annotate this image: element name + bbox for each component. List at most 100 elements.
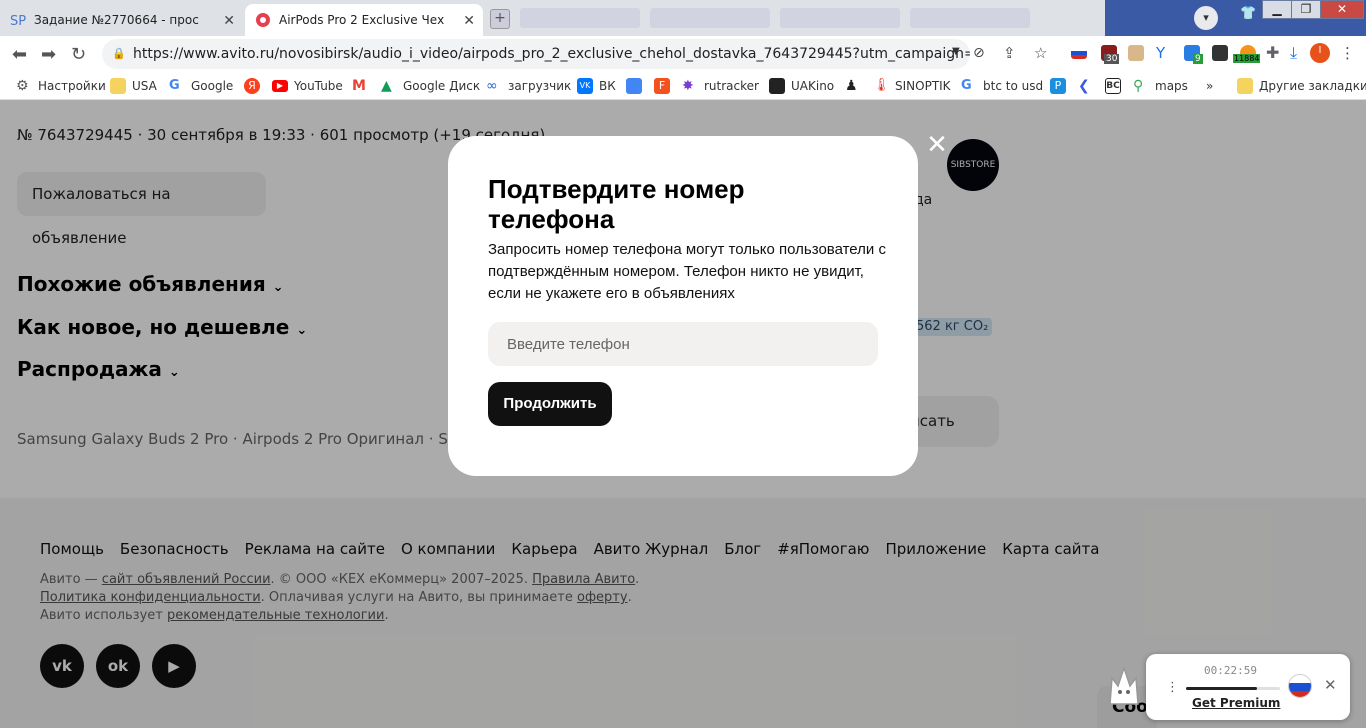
p-icon: P (1050, 78, 1066, 94)
continue-button[interactable]: Продолжить (488, 382, 612, 426)
close-icon[interactable]: ✕ (926, 132, 948, 158)
bookmark-arrow[interactable]: ❮ (1078, 77, 1100, 95)
ru-flag-icon[interactable] (1071, 47, 1087, 59)
google-icon: G (961, 78, 972, 93)
bookmark-label: rutracker (704, 79, 759, 93)
bookmark-label: USA (132, 79, 157, 93)
tab-title: Задание №2770664 - просмотр з (34, 13, 199, 27)
puzzle-icon[interactable]: ✚ (1266, 45, 1282, 61)
face-icon[interactable] (1128, 45, 1144, 61)
close-icon[interactable]: ✕ (1324, 676, 1337, 694)
modal-description: Запросить номер телефона могут только по… (488, 241, 886, 302)
bookmark-youtube[interactable]: ▶ YouTube (272, 77, 343, 95)
bookmark-gmail[interactable]: M (352, 77, 374, 95)
tab-inactive[interactable]: SP Задание №2770664 - просмотр з ✕ (0, 4, 243, 36)
tab-close-icon[interactable]: ✕ (223, 13, 235, 29)
forward-icon[interactable]: ➡ (41, 44, 56, 65)
bookmarks-overflow-button[interactable]: » (1206, 77, 1213, 95)
tab-title: AirPods Pro 2 Exclusive Чехол + до (279, 13, 444, 27)
share-icon[interactable]: ⇪ (1003, 45, 1019, 61)
bookmark-label: Google (191, 79, 234, 93)
bookmark-vk[interactable]: VK ВК (577, 77, 616, 95)
menu-icon[interactable]: ⋮ (1340, 45, 1356, 61)
background-tab-ghost (780, 8, 900, 28)
translate-icon (626, 78, 642, 94)
bookmark-drive[interactable]: ▲ Google Диск (381, 77, 480, 95)
vk-icon: VK (577, 78, 593, 94)
browser-toolbar: ⬅ ➡ ↻ 🔒 https://www.avito.ru/novosibirsk… (0, 36, 1366, 72)
ext-badge: 11884 (1233, 54, 1261, 63)
back-icon[interactable]: ⬅ (12, 44, 27, 65)
pawn-icon: ♟ (845, 78, 858, 94)
terminal-icon[interactable] (1212, 45, 1228, 61)
bookmark-google[interactable]: G Google (169, 77, 233, 95)
bookmark-label: btc to usd (983, 79, 1044, 93)
bookmark-f[interactable]: F (654, 77, 676, 95)
bookmark-pawn[interactable]: ♟ (845, 77, 867, 95)
new-tab-button[interactable]: + (490, 9, 510, 29)
bookmark-label: SINOPTIK (895, 79, 951, 93)
arrow-icon: ❮ (1078, 78, 1090, 94)
bookmark-label: Другие закладки (1259, 79, 1366, 93)
url-text: https://www.avito.ru/novosibirsk/audio_i… (133, 46, 970, 62)
minimize-button[interactable]: ▁ (1262, 0, 1292, 19)
bookmark-other[interactable]: Другие закладки (1237, 77, 1366, 95)
maximize-button[interactable]: ❐ (1291, 0, 1321, 19)
location-blocked-icon[interactable]: ⊘ (973, 45, 989, 61)
close-window-button[interactable]: ✕ (1320, 0, 1364, 19)
bookmark-sinoptik[interactable]: 🌡 SINOPTIK (873, 77, 951, 95)
bookmark-settings[interactable]: ⚙ Настройки (16, 77, 106, 95)
bookmark-p[interactable]: P (1050, 77, 1072, 95)
phone-confirm-modal: Подтвердите номер телефона Запросить ном… (448, 136, 918, 476)
vpn-progress-bar (1186, 687, 1280, 690)
tab-search-button[interactable]: ▾ (1194, 6, 1218, 30)
svg-text:SP: SP (10, 14, 26, 28)
bookmark-bc[interactable]: BC (1105, 77, 1127, 95)
uakino-icon (769, 78, 785, 94)
fox-mascot-icon[interactable] (1106, 664, 1142, 708)
bookmark-label: YouTube (294, 79, 343, 93)
loop-icon: ∞ (486, 78, 498, 94)
background-tab-ghost (910, 8, 1030, 28)
thermometer-icon: 🌡 (873, 78, 890, 93)
profile-avatar[interactable]: I (1310, 43, 1330, 63)
rutracker-icon: ✸ (682, 78, 694, 94)
background-tab-ghost (650, 8, 770, 28)
vpn-progress-fill (1186, 687, 1258, 690)
bookmark-usa[interactable]: USA (110, 77, 157, 95)
tab-close-icon[interactable]: ✕ (463, 13, 475, 29)
shirt-icon[interactable]: 👕 (1240, 6, 1256, 21)
more-icon[interactable]: ⋮ (1166, 680, 1179, 695)
bookmark-maps[interactable]: ⚲ maps (1133, 77, 1188, 95)
bookmark-uakino[interactable]: UAKino (769, 77, 834, 95)
bookmark-rutracker[interactable]: ✸ rutracker (682, 77, 759, 95)
gmail-icon: M (352, 78, 366, 94)
folder-icon (1237, 78, 1253, 94)
address-bar[interactable]: 🔒 https://www.avito.ru/novosibirsk/audio… (102, 39, 970, 69)
bookmark-loader[interactable]: ∞ загрузчик (486, 77, 571, 95)
tab-active[interactable]: AirPods Pro 2 Exclusive Чехол + до ✕ (245, 4, 483, 36)
gear-icon: ⚙ (16, 78, 29, 94)
bookmark-label: Google Диск (403, 79, 481, 93)
bookmark-yandex[interactable]: Я (244, 77, 266, 95)
bookmark-label: UAKino (791, 79, 835, 93)
folder-icon (110, 78, 126, 94)
vpn-timer: 00:22:59 (1204, 664, 1257, 677)
f-icon: F (654, 78, 670, 94)
url-dropdown-icon[interactable]: ▼ (952, 46, 960, 57)
ru-flag-icon[interactable] (1288, 674, 1312, 698)
star-icon[interactable]: ☆ (1034, 45, 1050, 61)
reload-icon[interactable]: ↻ (71, 44, 86, 65)
google-icon: G (169, 78, 180, 93)
ext-badge: 30 (1104, 54, 1120, 64)
vpn-widget: 00:22:59 ⋮ ✕ Get Premium (1146, 654, 1350, 720)
bookmark-btc[interactable]: G btc to usd (961, 77, 1043, 95)
get-premium-link[interactable]: Get Premium (1192, 696, 1280, 710)
bookmark-translate[interactable] (626, 77, 648, 95)
download-icon[interactable]: ⤓ (1290, 45, 1306, 61)
phone-input[interactable] (488, 322, 878, 366)
ext-badge: 9 (1193, 54, 1203, 64)
bc-icon: BC (1105, 78, 1121, 94)
v-icon[interactable]: Y (1156, 45, 1172, 61)
lock-icon: 🔒 (112, 47, 126, 60)
